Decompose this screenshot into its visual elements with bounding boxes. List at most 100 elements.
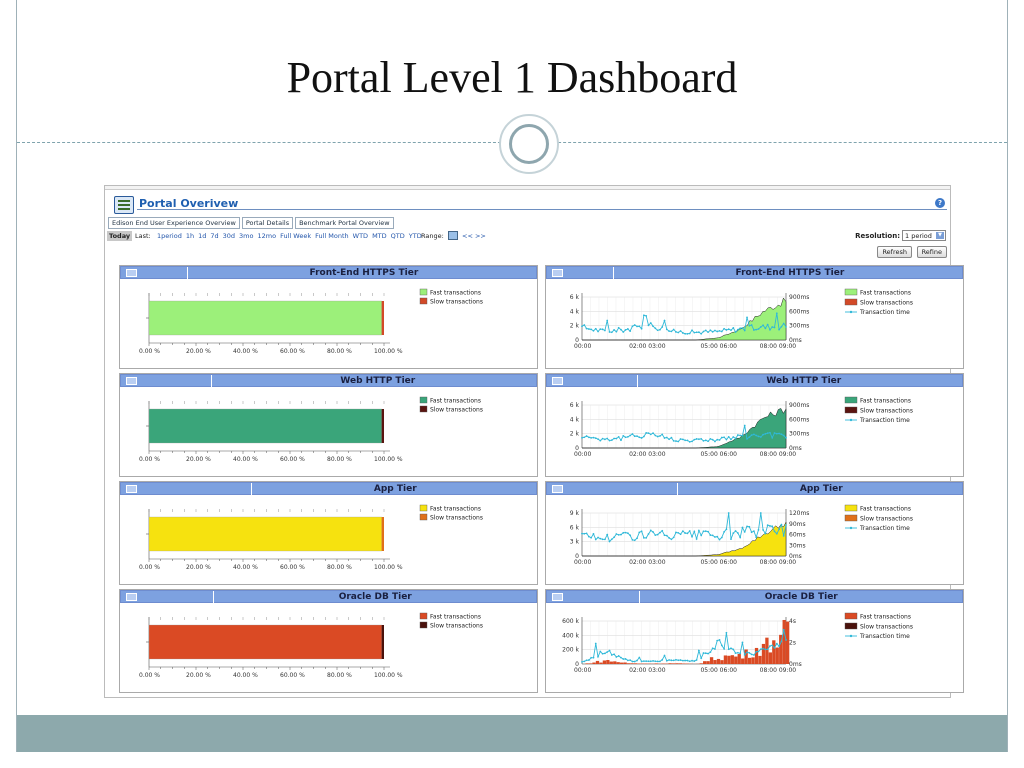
y-left-tick-label: 6 k: [570, 402, 580, 409]
period-link-2[interactable]: 1d: [198, 232, 206, 240]
tab-portal-details[interactable]: Portal Details: [241, 217, 294, 229]
fast-bar: [633, 663, 638, 664]
time-point: [750, 324, 753, 326]
x-tick-label: 02:00 03:00: [629, 451, 666, 458]
x-tick-label: 40.00 %: [233, 564, 258, 571]
y-right-tick-label: 600ms: [789, 308, 809, 315]
legend-slow-swatch: [419, 621, 428, 629]
time-point: [615, 656, 618, 658]
time-point: [672, 659, 675, 662]
resolution-select[interactable]: 1 period ▼: [902, 230, 946, 241]
time-point: [753, 654, 755, 656]
time-point: [668, 659, 671, 661]
time-point: [693, 438, 696, 441]
prev-next-links[interactable]: << >>: [462, 232, 486, 240]
time-point: [778, 645, 781, 648]
x-tick-label: 20.00 %: [186, 456, 211, 463]
time-point: [780, 640, 783, 643]
time-point: [775, 532, 778, 535]
time-point: [652, 432, 654, 435]
time-point: [718, 538, 721, 541]
help-icon[interactable]: ?: [935, 198, 945, 208]
time-point: [656, 660, 659, 663]
slow-bar: [381, 409, 384, 443]
y-right-tick-label: 900ms: [789, 402, 809, 409]
time-point: [693, 660, 696, 662]
time-point: [732, 648, 735, 651]
period-link-12[interactable]: YTD: [409, 232, 422, 240]
time-point: [631, 325, 634, 328]
y-left-tick-label: 200 k: [562, 647, 579, 654]
fast-bar: [751, 657, 755, 664]
time-point: [677, 331, 680, 334]
period-link-3[interactable]: 7d: [210, 232, 218, 240]
legend-fast-label: Fast transactions: [430, 506, 481, 513]
period-link-8[interactable]: Full Month: [315, 232, 349, 240]
time-point: [725, 438, 728, 441]
time-point: [741, 526, 744, 529]
x-tick-label: 60.00 %: [280, 348, 305, 355]
legend-slow-label: Slow transactions: [430, 407, 483, 414]
period-link-7[interactable]: Full Week: [280, 232, 311, 240]
fast-bar: [741, 658, 745, 664]
today-button[interactable]: Today: [107, 231, 133, 241]
fast-bar: [609, 661, 613, 664]
y-left-tick-label: 6 k: [570, 524, 580, 531]
legend-fast-swatch: [844, 288, 858, 296]
period-link-10[interactable]: MTD: [372, 232, 387, 240]
fast-bar: [720, 660, 724, 664]
time-point: [652, 325, 654, 328]
legend-slow-swatch: [844, 298, 858, 306]
period-link-0[interactable]: 1period: [157, 232, 182, 240]
calendar-icon[interactable]: [448, 231, 458, 240]
time-point: [707, 331, 709, 334]
time-point: [663, 534, 666, 537]
time-point: [707, 440, 709, 443]
time-point: [780, 433, 783, 436]
time-point: [718, 329, 721, 332]
period-link-9[interactable]: WTD: [353, 232, 368, 240]
time-point: [670, 659, 673, 662]
period-link-11[interactable]: QTD: [391, 232, 405, 240]
time-point: [613, 653, 615, 656]
dashboard-screenshot: Portal Overivew ? Edison End User Experi…: [104, 185, 964, 698]
time-point: [592, 329, 595, 332]
x-tick-label: 40.00 %: [233, 348, 258, 355]
legend-fast-label: Fast transactions: [860, 506, 911, 513]
time-point: [686, 332, 689, 335]
time-point: [762, 324, 764, 327]
time-point: [604, 652, 606, 655]
time-point: [711, 438, 714, 441]
legend-fast-label: Fast transactions: [860, 290, 911, 297]
time-point: [659, 328, 661, 331]
time-point: [691, 329, 693, 332]
time-point: [597, 655, 599, 658]
x-tick-label: 100.00 %: [374, 348, 403, 355]
time-point: [764, 532, 767, 535]
time-point: [734, 331, 737, 333]
tab-edison-overview[interactable]: Edison End User Experience Overview: [108, 217, 240, 229]
time-point: [633, 435, 636, 438]
tab-benchmark-overview[interactable]: Benchmark Portal Overview: [295, 217, 394, 229]
period-link-1[interactable]: 1h: [186, 232, 194, 240]
x-tick-label: 80.00 %: [327, 456, 352, 463]
fast-bar: [730, 655, 734, 664]
y-right-tick-label: 900ms: [789, 294, 809, 301]
period-link-5[interactable]: 3mo: [239, 232, 253, 240]
legend-slow-label: Slow transactions: [430, 623, 483, 630]
period-link-6[interactable]: 12mo: [258, 232, 277, 240]
time-series-chart: 600 k400 k200 k04s2s0ms00:00 02:00 03:00 0…: [562, 612, 913, 674]
legend-slow-swatch: [419, 405, 428, 413]
period-link-4[interactable]: 30d: [223, 232, 235, 240]
fast-bar: [678, 663, 683, 664]
refine-button[interactable]: Refine: [916, 246, 947, 258]
x-tick-label: 0.00 %: [139, 456, 160, 463]
time-point: [620, 656, 622, 659]
time-point: [649, 529, 652, 532]
refresh-button[interactable]: Refresh: [877, 246, 912, 258]
time-point: [750, 653, 753, 656]
fast-bar: [713, 660, 717, 664]
y-right-tick-label: 60ms: [789, 532, 806, 539]
time-point: [695, 659, 698, 661]
time-point: [782, 434, 785, 437]
